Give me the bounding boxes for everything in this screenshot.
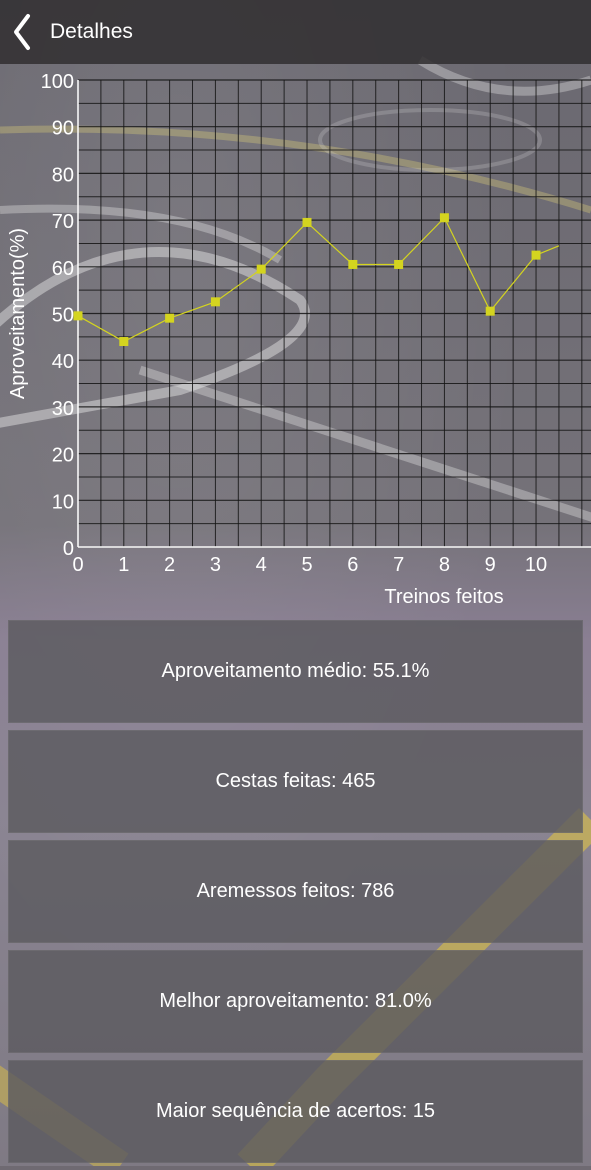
data-point-marker <box>348 259 358 269</box>
x-tick-label: 8 <box>439 554 450 576</box>
data-point-marker <box>302 217 312 227</box>
x-tick-label: 4 <box>256 554 267 576</box>
stat-streak-card[interactable]: Maior sequência de acertos: 15 <box>8 1060 583 1163</box>
top-bar: Detalhes <box>0 0 591 64</box>
stat-streak-label: Maior sequência de acertos: 15 <box>155 1100 436 1122</box>
stat-shots-label: Aremessos feitos: 786 <box>196 880 395 902</box>
back-button[interactable] <box>0 0 44 64</box>
data-point-marker <box>165 313 175 323</box>
stat-best-label: Melhor aproveitamento: 81.0% <box>159 990 432 1012</box>
y-tick-label: 80 <box>52 164 74 186</box>
chart-svg: 01020304050607080901000 1 2 3 4 5 6 7 8 9 10Treino… <box>7 71 591 608</box>
y-tick-label: 30 <box>52 398 74 420</box>
data-point-marker <box>531 250 541 260</box>
chevron-left-icon <box>14 14 30 50</box>
x-tick-label: 3 <box>210 554 221 576</box>
stat-best-card[interactable]: Melhor aproveitamento: 81.0% <box>8 950 583 1053</box>
stat-shots-card[interactable]: Aremessos feitos: 786 <box>8 840 583 943</box>
series-line <box>77 216 560 343</box>
x-tick-label: 7 <box>393 554 404 576</box>
data-point-marker <box>73 311 83 321</box>
x-tick-label: 10 <box>525 554 547 576</box>
x-axis-title: Treinos feitos <box>384 586 503 608</box>
performance-chart: 0 10 20 30 40 50 60 70 80 90 100 0 1 2 3 4 5 6 7 8 9 10 Treino… <box>0 64 591 612</box>
x-tick-label: 9 <box>485 554 496 576</box>
data-point-marker <box>256 264 266 274</box>
y-tick-label: 20 <box>52 445 74 467</box>
y-tick-label: 90 <box>52 118 74 140</box>
stat-baskets-label: Cestas feitas: 465 <box>215 770 376 792</box>
x-tick-label: 0 <box>72 554 83 576</box>
x-tick-label: 6 <box>347 554 358 576</box>
y-tick-label: 40 <box>52 351 74 373</box>
y-axis-title: Aproveitamento(%) <box>7 228 29 399</box>
data-point-marker <box>394 259 404 269</box>
x-tick-label: 5 <box>301 554 312 576</box>
y-tick-label: 60 <box>52 258 74 280</box>
y-tick-label: 50 <box>52 305 74 327</box>
stat-average-label: Aproveitamento médio: 55.1% <box>161 660 430 682</box>
y-tick-label: 100 <box>41 71 74 93</box>
stats-list: Aproveitamento médio: 55.1% Cestas feita… <box>8 620 583 1170</box>
stat-baskets-card[interactable]: Cestas feitas: 465 <box>8 730 583 833</box>
stat-average-card[interactable]: Aproveitamento médio: 55.1% <box>8 620 583 723</box>
page-title: Detalhes <box>50 20 133 43</box>
data-point-marker <box>119 337 129 347</box>
y-tick-label: 70 <box>52 211 74 233</box>
y-tick-label: 10 <box>52 491 74 513</box>
x-tick-label: 2 <box>164 554 175 576</box>
data-point-marker <box>439 213 449 223</box>
data-point-marker <box>485 306 495 316</box>
data-point-marker <box>210 297 220 307</box>
x-tick-label: 1 <box>118 554 129 576</box>
